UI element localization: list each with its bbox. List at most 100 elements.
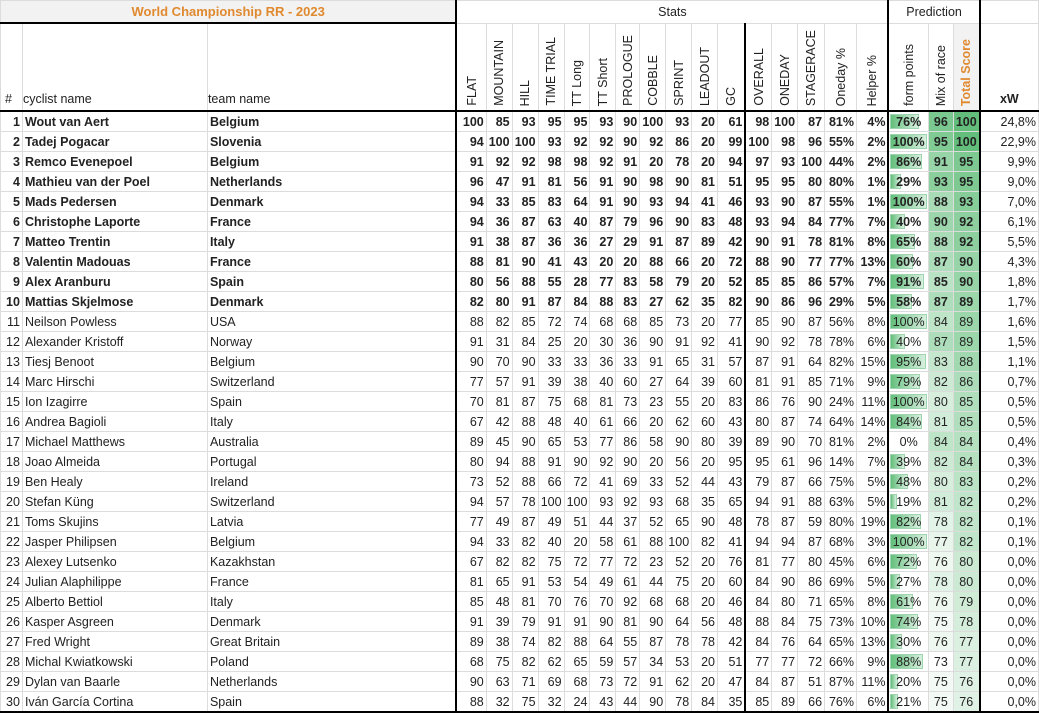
rating-cell-stagerace[interactable]: 87 [797, 531, 826, 552]
stat-cell-mountain[interactable]: 75 [485, 651, 513, 672]
total-score-cell[interactable]: 80 [952, 571, 981, 592]
stat-cell-flat[interactable]: 91 [455, 151, 487, 172]
team-name-cell[interactable]: Denmark [206, 611, 457, 632]
form-points-cell[interactable]: 76% [887, 110, 929, 132]
stat-cell-tt-short[interactable]: 59 [589, 651, 617, 672]
cyclist-name-cell[interactable]: Tadej Pogacar [21, 131, 208, 152]
stat-cell-time-trial[interactable]: 75 [537, 391, 565, 412]
rating-cell-overall[interactable]: 100 [744, 131, 773, 152]
rank-cell[interactable]: 6 [0, 211, 23, 232]
stat-cell-prologue[interactable]: 90 [615, 451, 641, 472]
rank-cell[interactable]: 10 [0, 291, 23, 312]
mix-of-race-cell[interactable]: 77 [927, 531, 954, 552]
stat-cell-tt-long[interactable]: 36 [563, 231, 591, 252]
stat-cell-flat[interactable]: 70 [455, 391, 487, 412]
stat-cell-gc[interactable]: 35 [717, 691, 747, 713]
stat-cell-flat[interactable]: 67 [455, 551, 487, 572]
cyclist-name-cell[interactable]: Alexey Lutsenko [21, 551, 208, 572]
stat-cell-hill[interactable]: 87 [511, 231, 539, 252]
rating-cell-oneday[interactable]: 77 [771, 551, 799, 572]
total-score-cell[interactable]: 92 [952, 211, 981, 232]
xw-cell[interactable]: 1,7% [979, 291, 1039, 312]
mix-of-race-cell[interactable]: 78 [927, 511, 954, 532]
stat-cell-gc[interactable]: 46 [717, 591, 747, 612]
stat-cell-flat[interactable]: 94 [455, 491, 487, 512]
mix-of-race-cell[interactable]: 85 [927, 271, 954, 292]
stat-cell-tt-long[interactable]: 88 [563, 631, 591, 652]
stat-cell-gc[interactable]: 48 [717, 611, 747, 632]
rating-cell-overall[interactable]: 89 [744, 431, 773, 452]
rank-cell[interactable]: 17 [0, 431, 23, 452]
table-row[interactable]: 13 Tiesj Benoot Belgium 90 70 90 33 33 36 33 91 65 3… [0, 351, 1039, 372]
form-points-cell[interactable]: 48% [887, 471, 929, 492]
total-score-cell[interactable]: 76 [952, 671, 981, 692]
stat-cell-flat[interactable]: 90 [455, 351, 487, 372]
rating-cell-stagerace[interactable]: 85 [797, 371, 826, 392]
stat-cell-cobble[interactable]: 23 [639, 391, 667, 412]
stat-cell-hill[interactable]: 90 [511, 251, 539, 272]
stat-cell-prologue[interactable]: 61 [615, 531, 641, 552]
stat-cell-tt-long[interactable]: 74 [563, 311, 591, 332]
stat-cell-flat[interactable]: 100 [455, 110, 487, 132]
cyclist-name-cell[interactable]: Wout van Aert [21, 110, 208, 132]
stat-cell-mountain[interactable]: 92 [485, 151, 513, 172]
stat-cell-flat[interactable]: 89 [455, 631, 487, 652]
rating-cell-oneday[interactable]: 85 [771, 271, 799, 292]
stat-cell-time-trial[interactable]: 72 [537, 311, 565, 332]
stat-cell-hill[interactable]: 93 [511, 110, 539, 132]
table-row[interactable]: 29 Dylan van Baarle Netherlands 90 63 71 69 68 7… [0, 671, 1039, 692]
rating-cell-oneday[interactable]: 61 [771, 451, 799, 472]
stat-cell-time-trial[interactable]: 41 [537, 251, 565, 272]
mix-of-race-cell[interactable]: 96 [927, 110, 954, 132]
rating-cell-stagerace[interactable]: 64 [797, 631, 826, 652]
stat-cell-sprint[interactable]: 68 [665, 491, 693, 512]
stat-cell-tt-short[interactable]: 49 [589, 571, 617, 592]
team-name-cell[interactable]: Slovenia [206, 131, 457, 152]
stat-cell-gc[interactable]: 46 [717, 191, 747, 212]
stat-cell-flat[interactable]: 80 [455, 451, 487, 472]
rating-cell-oneday[interactable]: 77 [771, 651, 799, 672]
stat-cell-sprint[interactable]: 65 [665, 351, 693, 372]
stat-cell-hill[interactable]: 71 [511, 671, 539, 692]
stat-cell-prologue[interactable]: 55 [615, 631, 641, 652]
xw-cell[interactable]: 0,0% [979, 611, 1039, 632]
stat-cell-leadout[interactable]: 20 [691, 110, 719, 132]
team-name-cell[interactable]: Australia [206, 431, 457, 452]
header-oneday[interactable]: Oneday % [824, 22, 857, 112]
stat-cell-tt-long[interactable]: 72 [563, 471, 591, 492]
cyclist-name-cell[interactable]: Michael Matthews [21, 431, 208, 452]
rating-cell-stagerace[interactable]: 72 [797, 651, 826, 672]
form-points-cell[interactable]: 86% [887, 151, 929, 172]
stat-cell-cobble[interactable]: 20 [639, 151, 667, 172]
rating-cell-helper[interactable]: 4% [856, 110, 890, 132]
rating-cell-oneday[interactable]: 92 [771, 331, 799, 352]
stat-cell-tt-long[interactable]: 72 [563, 551, 591, 572]
stat-cell-mountain[interactable]: 85 [485, 110, 513, 132]
total-score-cell[interactable]: 93 [952, 191, 981, 212]
table-row[interactable]: 6 Christophe Laporte France 94 36 87 63 40 87 79 9… [0, 211, 1039, 232]
stat-cell-gc[interactable]: 60 [717, 371, 747, 392]
rating-cell-overall[interactable]: 85 [744, 691, 773, 713]
form-points-cell[interactable]: 95% [887, 351, 929, 372]
stat-cell-tt-short[interactable]: 77 [589, 551, 617, 572]
stat-cell-mountain[interactable]: 94 [485, 451, 513, 472]
rating-cell-oneday[interactable]: 73% [824, 611, 857, 632]
total-score-cell[interactable]: 77 [952, 651, 981, 672]
form-points-cell[interactable]: 84% [887, 411, 929, 432]
rating-cell-overall[interactable]: 95 [744, 171, 773, 192]
rating-cell-oneday[interactable]: 84 [771, 611, 799, 632]
total-score-cell[interactable]: 84 [952, 451, 981, 472]
table-row[interactable]: 4 Mathieu van der Poel Netherlands 96 47 91 81… [0, 171, 1039, 192]
table-row[interactable]: 10 Mattias Skjelmose Denmark 82 80 91 87 84 88 83… [0, 291, 1039, 312]
team-name-cell[interactable]: Denmark [206, 191, 457, 212]
stat-cell-time-trial[interactable]: 91 [537, 451, 565, 472]
rating-cell-helper[interactable]: 7% [856, 211, 890, 232]
team-name-cell[interactable]: Italy [206, 591, 457, 612]
stat-cell-tt-long[interactable]: 90 [563, 451, 591, 472]
rating-cell-oneday[interactable]: 81% [824, 110, 857, 132]
rating-cell-oneday[interactable]: 87 [771, 511, 799, 532]
stat-cell-tt-long[interactable]: 98 [563, 151, 591, 172]
rank-cell[interactable]: 15 [0, 391, 23, 412]
mix-of-race-cell[interactable]: 91 [927, 151, 954, 172]
cyclist-name-cell[interactable]: Joao Almeida [21, 451, 208, 472]
